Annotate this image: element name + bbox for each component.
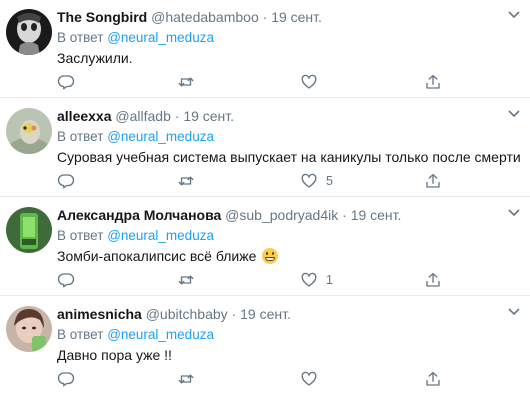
- reply-button[interactable]: [57, 369, 75, 389]
- tweet-date[interactable]: 19 сент.: [240, 306, 291, 322]
- reply-context: В ответ @neural_meduza: [57, 28, 522, 47]
- reply-mention-link[interactable]: @neural_meduza: [107, 228, 214, 243]
- reply-icon: [57, 75, 75, 90]
- tweet[interactable]: alleexxa @allfadb · 19 сент. В ответ @ne…: [0, 99, 530, 197]
- retweet-icon: [178, 176, 194, 186]
- separator-dot: ·: [342, 207, 347, 223]
- retweet-button[interactable]: [177, 72, 195, 92]
- heart-icon: [301, 74, 317, 89]
- share-button[interactable]: [424, 72, 442, 92]
- separator-dot: ·: [174, 108, 180, 124]
- heart-icon: [301, 173, 317, 188]
- author-handle[interactable]: @hatedabamboo: [151, 9, 259, 25]
- like-button[interactable]: [300, 72, 326, 92]
- author-handle[interactable]: @ubitchbaby: [146, 306, 228, 322]
- share-icon: [426, 371, 440, 386]
- reply-mention-link[interactable]: @neural_meduza: [107, 327, 214, 342]
- retweet-button[interactable]: [177, 369, 195, 389]
- retweet-button[interactable]: [177, 171, 195, 191]
- tweet-date[interactable]: 19 сент.: [351, 207, 402, 223]
- tweet-text: Зомби-апокалипсис всё ближе: [57, 246, 522, 266]
- author-handle[interactable]: @allfadb: [115, 108, 170, 124]
- chevron-down-icon[interactable]: [506, 305, 522, 319]
- reply-icon: [57, 273, 75, 288]
- tweet-actions: 5: [57, 171, 497, 191]
- tweet-text: Давно пора уже !!: [57, 347, 172, 363]
- like-count: 1: [326, 273, 333, 287]
- retweet-icon: [178, 374, 194, 384]
- reply-icon: [57, 174, 75, 189]
- reply-prefix: В ответ: [57, 228, 104, 243]
- tweet-actions: [57, 72, 497, 92]
- reply-context: В ответ @neural_meduza: [57, 226, 522, 245]
- tweet-date[interactable]: 19 сент.: [183, 108, 234, 124]
- retweet-button[interactable]: [177, 270, 195, 290]
- like-button[interactable]: [300, 369, 326, 389]
- avatar[interactable]: [6, 108, 52, 154]
- reply-mention-link[interactable]: @neural_meduza: [107, 129, 214, 144]
- like-button[interactable]: 5: [300, 171, 333, 191]
- reply-button[interactable]: [57, 72, 75, 92]
- author-handle[interactable]: @sub_podryad4ik: [225, 207, 338, 223]
- like-button[interactable]: 1: [300, 270, 333, 290]
- chevron-down-icon[interactable]: [506, 8, 522, 22]
- tweet-date[interactable]: 19 сент.: [271, 9, 322, 25]
- share-icon: [426, 272, 440, 287]
- reply-context: В ответ @neural_meduza: [57, 127, 522, 146]
- avatar[interactable]: [6, 207, 52, 253]
- share-button[interactable]: [424, 270, 442, 290]
- tweet-text-content: Зомби-апокалипсис всё ближе: [57, 248, 257, 264]
- retweet-icon: [178, 275, 194, 285]
- chevron-down-icon[interactable]: [506, 107, 522, 121]
- grinning-face-emoji-icon: [262, 248, 279, 264]
- tweet[interactable]: The Songbird @hatedabamboo · 19 сент. В …: [0, 0, 530, 98]
- heart-icon: [301, 272, 317, 287]
- avatar[interactable]: [6, 9, 52, 55]
- share-icon: [426, 173, 440, 188]
- avatar[interactable]: [6, 306, 52, 352]
- reply-icon: [57, 372, 75, 387]
- separator-dot: ·: [231, 306, 237, 322]
- like-count: 5: [326, 174, 333, 188]
- chevron-down-icon[interactable]: [506, 206, 522, 220]
- author-name[interactable]: animesnicha: [57, 306, 142, 322]
- tweet-actions: [57, 369, 497, 389]
- author-name[interactable]: alleexxa: [57, 108, 112, 124]
- tweet-text: Суровая учебная система выпускает на кан…: [57, 149, 521, 165]
- share-button[interactable]: [424, 369, 442, 389]
- tweet-text: Заслужили.: [57, 50, 133, 66]
- reply-button[interactable]: [57, 270, 75, 290]
- tweet-actions: 1: [57, 270, 497, 290]
- reply-prefix: В ответ: [57, 327, 104, 342]
- share-icon: [426, 74, 440, 89]
- reply-prefix: В ответ: [57, 129, 104, 144]
- heart-icon: [301, 371, 317, 386]
- retweet-icon: [178, 77, 194, 87]
- tweet[interactable]: Александра Молчанова @sub_podryad4ik · 1…: [0, 198, 530, 296]
- reply-button[interactable]: [57, 171, 75, 191]
- tweet[interactable]: animesnicha @ubitchbaby · 19 сент. В отв…: [0, 297, 530, 400]
- reply-context: В ответ @neural_meduza: [57, 325, 522, 344]
- share-button[interactable]: [424, 171, 442, 191]
- author-name[interactable]: The Songbird: [57, 9, 147, 25]
- reply-mention-link[interactable]: @neural_meduza: [107, 30, 214, 45]
- separator-dot: ·: [262, 9, 268, 25]
- reply-prefix: В ответ: [57, 30, 104, 45]
- author-name[interactable]: Александра Молчанова: [57, 207, 221, 223]
